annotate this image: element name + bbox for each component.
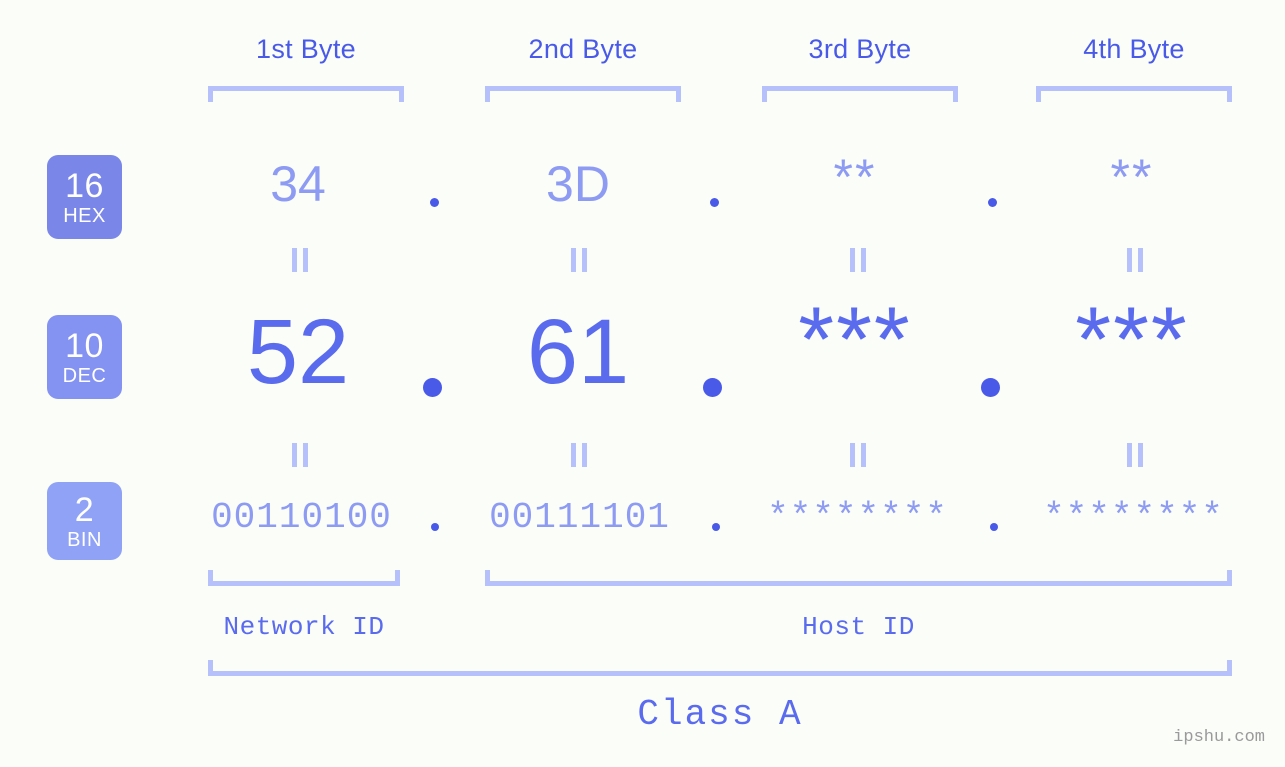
network-id-label: Network ID <box>223 612 385 642</box>
equivalence-mark-hex-dec-1 <box>292 248 308 272</box>
radix-badge-dec-number: 10 <box>65 326 104 365</box>
host-id-bracket <box>485 570 1232 586</box>
bin-byte-2: 00111101 <box>489 497 670 538</box>
equivalence-mark-dec-bin-2 <box>571 443 587 467</box>
byte-header-label-1: 1st Byte <box>256 34 356 64</box>
bin-separator-dot-1 <box>431 523 439 531</box>
host-id-label: Host ID <box>802 612 915 642</box>
ip-address-breakdown-diagram: 1st Byte 2nd Byte 3rd Byte 4th Byte 16 H… <box>0 0 1285 767</box>
byte-bracket-3 <box>762 86 958 102</box>
dec-byte-4: *** <box>1075 289 1189 391</box>
equivalence-mark-hex-dec-2 <box>571 248 587 272</box>
network-id-bracket <box>208 570 400 586</box>
radix-badge-hex-number: 16 <box>65 166 104 205</box>
dec-byte-3: *** <box>798 289 912 391</box>
radix-badge-hex: 16 HEX <box>47 155 122 239</box>
equivalence-mark-hex-dec-4 <box>1127 248 1143 272</box>
equivalence-mark-dec-bin-4 <box>1127 443 1143 467</box>
byte-header-label-4: 4th Byte <box>1083 34 1185 64</box>
byte-bracket-2 <box>485 86 681 102</box>
byte-bracket-4 <box>1036 86 1232 102</box>
bin-separator-dot-3 <box>990 523 998 531</box>
hex-byte-1: 34 <box>270 156 326 212</box>
dec-separator-dot-3 <box>981 378 1000 397</box>
bin-byte-1: 00110100 <box>211 497 392 538</box>
dec-separator-dot-1 <box>423 378 442 397</box>
byte-header-label-3: 3rd Byte <box>808 34 912 64</box>
equivalence-mark-dec-bin-1 <box>292 443 308 467</box>
radix-badge-dec-label: DEC <box>62 364 107 387</box>
byte-bracket-1 <box>208 86 404 102</box>
dec-byte-2: 61 <box>526 301 630 403</box>
dec-byte-1: 52 <box>246 301 350 403</box>
dec-separator-dot-2 <box>703 378 722 397</box>
hex-separator-dot-1 <box>430 198 439 207</box>
class-label: Class A <box>637 694 803 735</box>
hex-byte-3: ** <box>833 149 877 205</box>
site-watermark: ipshu.com <box>1173 728 1265 747</box>
radix-badge-bin: 2 BIN <box>47 482 122 560</box>
equivalence-mark-hex-dec-3 <box>850 248 866 272</box>
bin-separator-dot-2 <box>712 523 720 531</box>
equivalence-mark-dec-bin-3 <box>850 443 866 467</box>
hex-separator-dot-3 <box>988 198 997 207</box>
class-bracket <box>208 660 1232 676</box>
byte-header-label-2: 2nd Byte <box>528 34 638 64</box>
radix-badge-dec: 10 DEC <box>47 315 122 399</box>
radix-badge-bin-number: 2 <box>74 490 95 529</box>
hex-byte-4: ** <box>1110 149 1154 205</box>
bin-byte-4: ******** <box>1043 497 1224 538</box>
radix-badge-bin-label: BIN <box>67 528 102 551</box>
radix-badge-hex-label: HEX <box>63 204 106 227</box>
hex-byte-2: 3D <box>546 156 610 212</box>
bin-byte-3: ******** <box>767 497 948 538</box>
hex-separator-dot-2 <box>710 198 719 207</box>
